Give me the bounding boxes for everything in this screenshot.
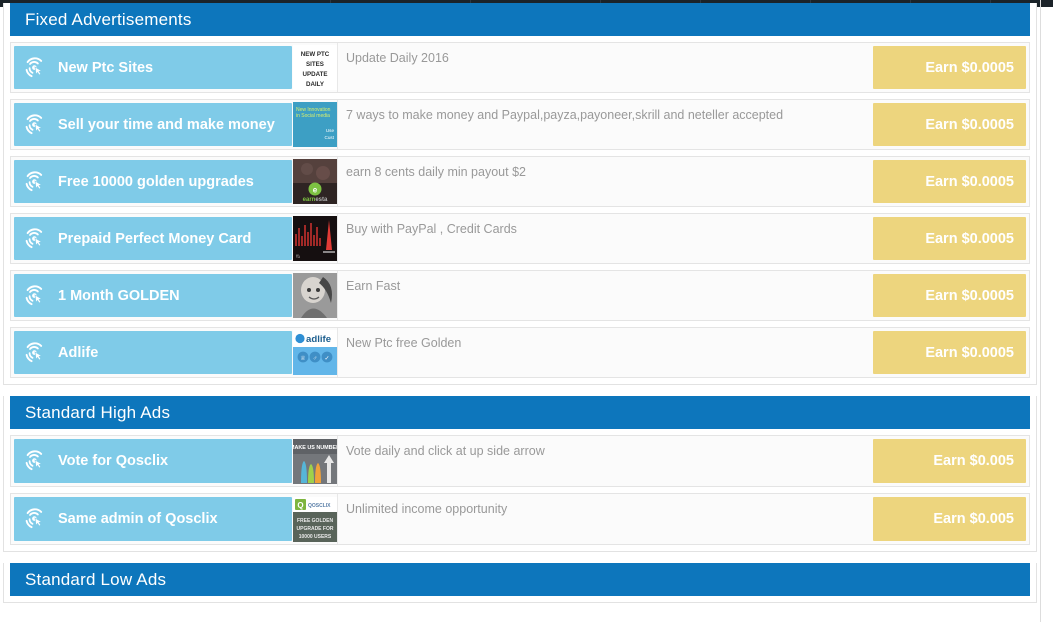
ad-thumbnail-cell: adlife ♕ ♂ ✓ bbox=[292, 328, 338, 377]
svg-text:e: e bbox=[312, 186, 317, 195]
ad-row[interactable]: Vote for Qosclix MAKE US NUMBER Vote daily… bbox=[10, 435, 1030, 487]
page-right-border bbox=[1040, 0, 1041, 622]
click-cursor-icon bbox=[25, 284, 43, 305]
svg-text:UPDATE: UPDATE bbox=[302, 71, 327, 78]
svg-text:MAKE US NUMBER: MAKE US NUMBER bbox=[293, 445, 337, 451]
ad-description: Update Daily 2016 bbox=[346, 51, 449, 65]
svg-text:DAILY: DAILY bbox=[306, 81, 325, 88]
ad-title-cell[interactable]: 1 Month GOLDEN bbox=[14, 274, 292, 317]
ad-title-label: Sell your time and make money bbox=[58, 116, 275, 133]
panel-standard-low-ads: Standard Low Ads bbox=[3, 563, 1037, 603]
svg-text:earnesta: earnesta bbox=[302, 197, 327, 203]
click-cursor-icon bbox=[25, 341, 43, 362]
page-root: Fixed Advertisements New Ptc Sites NEW PTC… bbox=[0, 0, 1053, 622]
click-cursor-icon bbox=[25, 450, 43, 471]
vote-for-qosclix-thumb[interactable]: MAKE US NUMBER bbox=[289, 438, 340, 484]
ad-description: Unlimited income opportunity bbox=[346, 502, 508, 516]
earn-button[interactable]: Earn $0.0005 bbox=[873, 46, 1026, 89]
ad-title-cell[interactable]: Adlife bbox=[14, 331, 292, 374]
ad-title-label: New Ptc Sites bbox=[58, 59, 154, 76]
svg-text:10000 USERS: 10000 USERS bbox=[298, 534, 331, 540]
free-golden-upgrades-thumb[interactable]: e earnesta bbox=[292, 159, 337, 204]
click-cursor-icon bbox=[25, 113, 43, 134]
svg-text:NEW PTC: NEW PTC bbox=[300, 51, 329, 58]
ad-thumbnail-cell: NEW PTC SITES UPDATE DAILY bbox=[292, 43, 338, 92]
svg-text:✓: ✓ bbox=[324, 356, 329, 362]
earn-button[interactable]: Earn $0.0005 bbox=[873, 160, 1026, 203]
one-month-golden-thumb[interactable] bbox=[292, 273, 337, 318]
ad-thumbnail-cell: Q QOSCLIX FREE GOLDEN UPGRADE FOR 10000 USER… bbox=[292, 494, 338, 544]
ad-title-label: Free 10000 golden upgrades bbox=[58, 173, 254, 190]
ad-row[interactable]: Same admin of Qosclix Q QOSCLIX FREE GOLDEN… bbox=[10, 493, 1030, 545]
panel-standard-high-ads: Standard High Ads Vote for Qosclix MAKE US… bbox=[3, 396, 1037, 552]
ad-title-cell[interactable]: Free 10000 golden upgrades bbox=[14, 160, 292, 203]
ad-row[interactable]: Sell your time and make money New Innovat… bbox=[10, 99, 1030, 150]
ad-thumbnail-cell: New Innovation in Social media Use Cust bbox=[292, 100, 338, 149]
panel-fixed-advertisements: Fixed Advertisements New Ptc Sites NEW PTC… bbox=[3, 3, 1037, 385]
earn-button[interactable]: Earn $0.0005 bbox=[873, 274, 1026, 317]
ad-row[interactable]: Adlife adlife ♕ ♂ ✓ New Ptc free Golden Earn $… bbox=[10, 327, 1030, 378]
svg-text:Cust: Cust bbox=[324, 135, 334, 140]
ad-title-label: Prepaid Perfect Money Card bbox=[58, 230, 252, 247]
panel-heading-fixed-advertisements: Fixed Advertisements bbox=[10, 3, 1030, 36]
ad-description: 7 ways to make money and Paypal,payza,pa… bbox=[346, 108, 784, 122]
ad-thumbnail-cell: \\\ bbox=[292, 214, 338, 263]
adlife-thumb[interactable]: adlife ♕ ♂ ✓ bbox=[292, 330, 337, 375]
svg-text:SITES: SITES bbox=[306, 61, 324, 68]
panel-heading-standard-low-ads: Standard Low Ads bbox=[10, 563, 1030, 596]
ad-title-label: Same admin of Qosclix bbox=[58, 511, 218, 527]
same-admin-qosclix-thumb[interactable]: Q QOSCLIX FREE GOLDEN UPGRADE FOR 10000 USER… bbox=[292, 496, 337, 542]
ad-description: earn 8 cents daily min payout $2 bbox=[346, 165, 526, 179]
ad-title-cell[interactable]: Vote for Qosclix bbox=[14, 439, 292, 483]
sell-your-time-thumb[interactable]: New Innovation in Social media Use Cust bbox=[292, 102, 337, 147]
ad-row[interactable]: 1 Month GOLDEN Earn Fast Earn $0.0005 bbox=[10, 270, 1030, 321]
ad-description: New Ptc free Golden bbox=[346, 336, 462, 350]
earn-button[interactable]: Earn $0.005 bbox=[873, 497, 1026, 541]
click-cursor-icon bbox=[25, 227, 43, 248]
panel-body-fixed-advertisements: New Ptc Sites NEW PTC SITES UPDATE DAILY Upda… bbox=[10, 42, 1030, 378]
ad-title-cell[interactable]: New Ptc Sites bbox=[14, 46, 292, 89]
earn-button[interactable]: Earn $0.005 bbox=[873, 439, 1026, 483]
svg-text:Q: Q bbox=[297, 501, 303, 510]
svg-text:in Social media: in Social media bbox=[296, 113, 330, 119]
click-cursor-icon bbox=[25, 56, 43, 77]
ad-title-cell[interactable]: Same admin of Qosclix bbox=[14, 497, 292, 541]
ad-row[interactable]: Free 10000 golden upgrades e earnesta earn … bbox=[10, 156, 1030, 207]
ad-title-cell[interactable]: Sell your time and make money bbox=[14, 103, 292, 146]
ad-title-label: Vote for Qosclix bbox=[58, 453, 169, 469]
svg-text:adlife: adlife bbox=[306, 334, 331, 345]
ad-description: Vote daily and click at up side arrow bbox=[346, 444, 545, 458]
click-cursor-icon bbox=[25, 508, 43, 529]
svg-text:Use: Use bbox=[325, 128, 334, 133]
new-ptc-sites-thumb[interactable]: NEW PTC SITES UPDATE DAILY bbox=[292, 45, 337, 90]
ad-title-cell[interactable]: Prepaid Perfect Money Card bbox=[14, 217, 292, 260]
ad-thumbnail-cell: e earnesta bbox=[292, 157, 338, 206]
svg-text:FREE GOLDEN: FREE GOLDEN bbox=[296, 518, 333, 524]
ad-description: Buy with PayPal , Credit Cards bbox=[346, 222, 517, 236]
svg-text:QOSCLIX: QOSCLIX bbox=[308, 503, 331, 509]
click-cursor-icon bbox=[25, 170, 43, 191]
svg-text:UPGRADE FOR: UPGRADE FOR bbox=[296, 526, 333, 532]
earn-button[interactable]: Earn $0.0005 bbox=[873, 331, 1026, 374]
ad-row[interactable]: Prepaid Perfect Money Card \\\ Buy with Pa… bbox=[10, 213, 1030, 264]
ad-thumbnail-cell bbox=[292, 271, 338, 320]
svg-text:♂: ♂ bbox=[312, 356, 317, 362]
earn-button[interactable]: Earn $0.0005 bbox=[873, 217, 1026, 260]
ad-thumbnail-cell: MAKE US NUMBER bbox=[289, 436, 340, 486]
ad-title-label: 1 Month GOLDEN bbox=[58, 287, 180, 304]
ad-row[interactable]: New Ptc Sites NEW PTC SITES UPDATE DAILY Upda… bbox=[10, 42, 1030, 93]
prepaid-perfect-money-thumb[interactable]: \\\ bbox=[292, 216, 337, 261]
panel-heading-standard-high-ads: Standard High Ads bbox=[10, 396, 1030, 429]
svg-text:♕: ♕ bbox=[300, 355, 305, 362]
ad-description: Earn Fast bbox=[346, 279, 401, 293]
main-content: Fixed Advertisements New Ptc Sites NEW PTC… bbox=[0, 0, 1040, 614]
ad-title-label: Adlife bbox=[58, 344, 99, 361]
earn-button[interactable]: Earn $0.0005 bbox=[873, 103, 1026, 146]
panel-body-standard-high-ads: Vote for Qosclix MAKE US NUMBER Vote daily… bbox=[10, 435, 1030, 545]
